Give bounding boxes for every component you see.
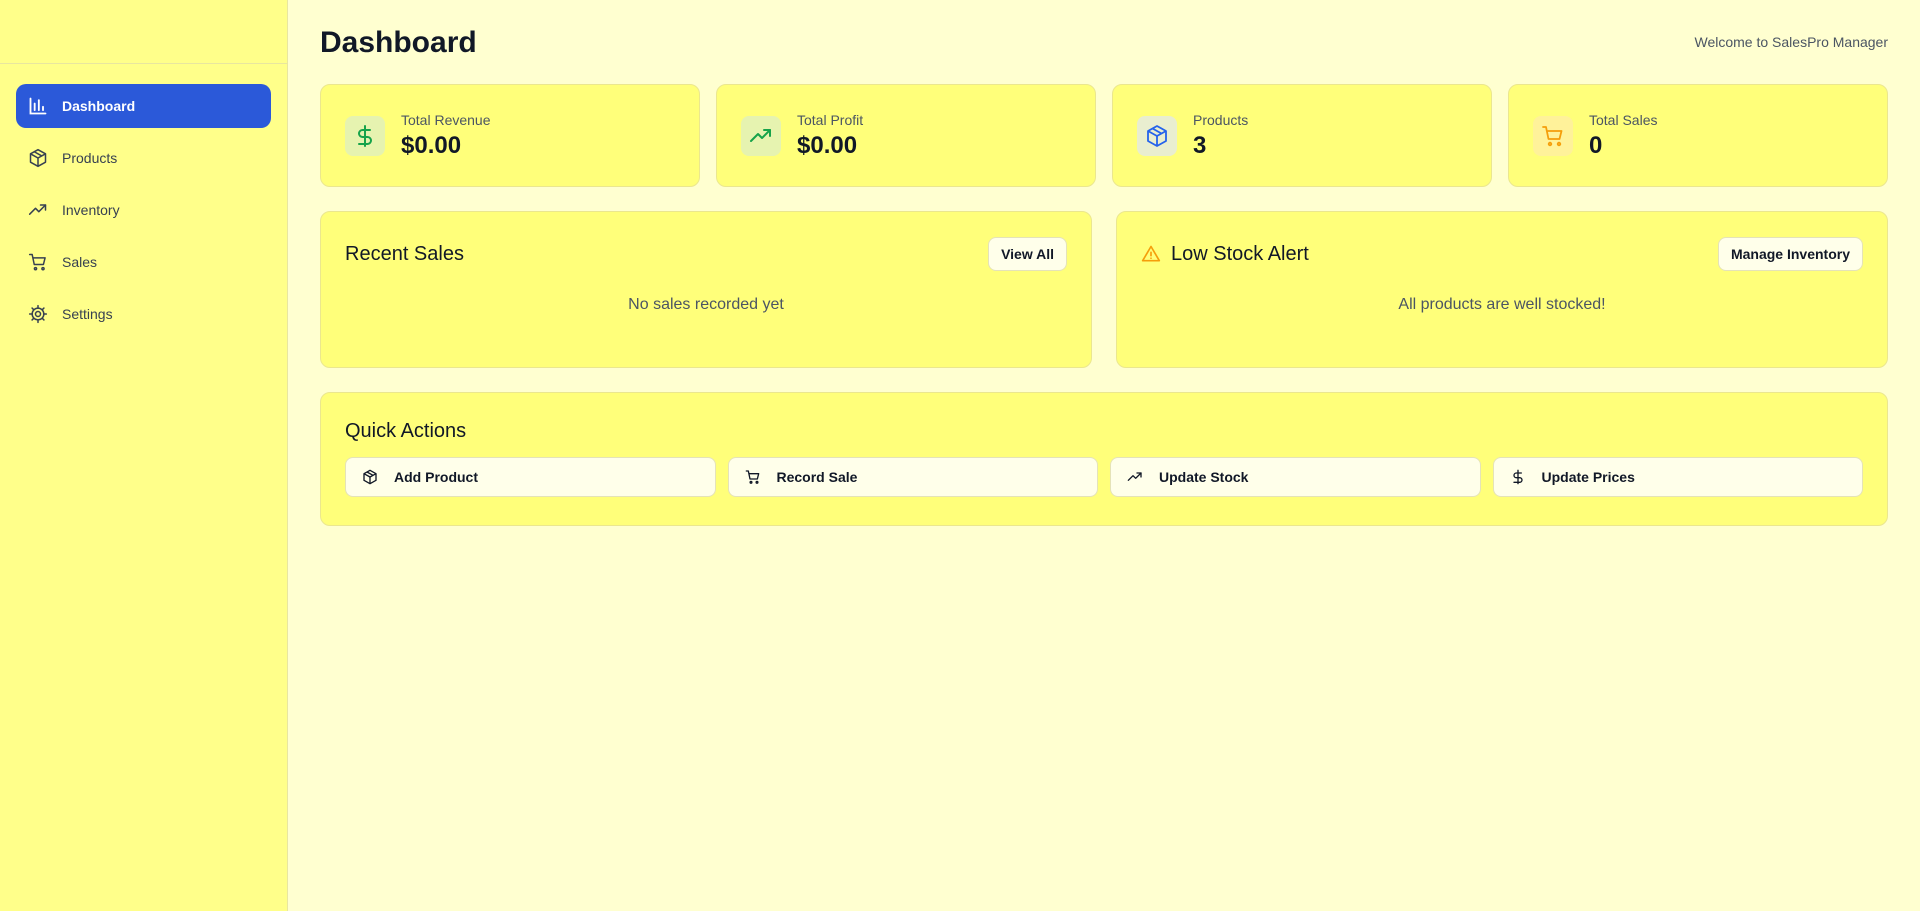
panel-title: Recent Sales (345, 242, 464, 265)
view-all-button[interactable]: View All (988, 237, 1067, 271)
quick-action-label: Update Prices (1541, 469, 1635, 485)
dollar-icon (345, 115, 385, 156)
quick-actions-panel: Quick Actions Add Product Record Sale Up… (320, 392, 1888, 526)
sidebar-item-label: Dashboard (62, 98, 136, 114)
stat-card-sales: Total Sales 0 (1508, 84, 1888, 187)
package-icon (28, 148, 48, 168)
sidebar-item-products[interactable]: Products (16, 136, 271, 180)
sidebar-item-label: Settings (62, 306, 113, 322)
sidebar: Dashboard Products Inventory Sales Setti… (0, 0, 288, 911)
sidebar-item-label: Sales (62, 254, 98, 270)
cart-icon (745, 469, 761, 485)
package-icon (1137, 115, 1177, 156)
panel-title-row: Low Stock Alert (1141, 243, 1309, 266)
stat-card-products: Products 3 (1112, 84, 1492, 187)
quick-action-label: Add Product (394, 469, 478, 485)
main-content: Dashboard Welcome to SalesPro Manager To… (320, 0, 1888, 526)
warning-icon (1141, 244, 1161, 264)
panel-title: Low Stock Alert (1171, 242, 1309, 265)
page-header: Dashboard Welcome to SalesPro Manager (320, 0, 1888, 84)
sidebar-item-sales[interactable]: Sales (16, 240, 271, 284)
sidebar-nav: Dashboard Products Inventory Sales Setti… (0, 64, 287, 364)
quick-actions-title: Quick Actions (345, 420, 467, 442)
sidebar-header (0, 0, 287, 64)
update-stock-button[interactable]: Update Stock (1110, 457, 1481, 497)
cart-icon (28, 252, 48, 272)
dollar-icon (1510, 469, 1526, 485)
package-icon (362, 469, 378, 485)
trending-up-icon (1127, 469, 1143, 485)
stat-value: 3 (1193, 131, 1207, 159)
empty-state-text: All products are well stocked! (1398, 296, 1606, 313)
stat-label: Products (1193, 111, 1249, 128)
sidebar-item-inventory[interactable]: Inventory (16, 188, 271, 232)
add-product-button[interactable]: Add Product (345, 457, 716, 497)
sidebar-item-label: Products (62, 150, 118, 166)
stat-label: Total Profit (797, 111, 864, 128)
stat-value: 0 (1589, 131, 1603, 159)
cart-icon (1533, 115, 1573, 156)
page-title: Dashboard (320, 26, 477, 59)
update-prices-button[interactable]: Update Prices (1492, 457, 1863, 497)
bar-chart-icon (28, 96, 48, 116)
stats-row: Total Revenue $0.00 Total Profit $0.00 P… (320, 84, 1888, 187)
quick-action-label: Update Stock (1159, 469, 1249, 485)
recent-sales-panel: Recent Sales View All No sales recorded … (320, 211, 1092, 368)
stat-card-revenue: Total Revenue $0.00 (320, 84, 700, 187)
empty-state-text: No sales recorded yet (628, 296, 784, 313)
low-stock-panel: Low Stock Alert Manage Inventory All pro… (1116, 211, 1888, 368)
trending-up-icon (741, 115, 781, 156)
stat-label: Total Revenue (401, 111, 491, 128)
sidebar-item-dashboard[interactable]: Dashboard (16, 84, 271, 128)
trending-up-icon (28, 200, 48, 220)
gear-icon (28, 304, 48, 324)
quick-action-label: Record Sale (776, 469, 858, 485)
record-sale-button[interactable]: Record Sale (727, 457, 1098, 497)
manage-inventory-button[interactable]: Manage Inventory (1717, 237, 1863, 271)
stat-value: $0.00 (401, 131, 462, 159)
sidebar-item-settings[interactable]: Settings (16, 292, 271, 336)
welcome-text: Welcome to SalesPro Manager (1694, 34, 1889, 50)
stat-value: $0.00 (797, 131, 858, 159)
stat-card-profit: Total Profit $0.00 (716, 84, 1096, 187)
panels-row: Recent Sales View All No sales recorded … (320, 211, 1888, 368)
sidebar-item-label: Inventory (62, 202, 120, 218)
stat-label: Total Sales (1589, 111, 1658, 128)
